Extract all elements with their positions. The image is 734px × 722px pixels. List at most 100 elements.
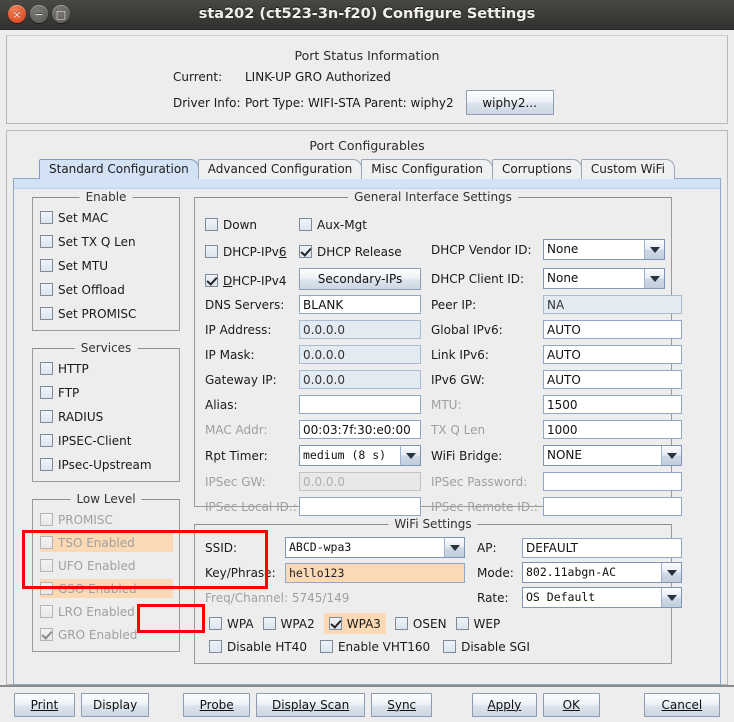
dns-servers-input[interactable] (299, 295, 421, 314)
enable-vht160-checkbox[interactable] (319, 640, 333, 653)
checkbox-ftp[interactable]: FTP (40, 383, 173, 402)
checkbox-dhcp-release[interactable]: DHCP Release (299, 242, 402, 261)
set-mac-checkbox[interactable] (40, 211, 53, 224)
checkbox-dhcp-ipv6[interactable]: DHCP-IPv6 (205, 242, 286, 261)
mac-addr-input[interactable] (299, 420, 421, 439)
wifi-bridge-combo[interactable]: NONE (543, 445, 682, 466)
checkbox-enable-vht160[interactable]: Enable VHT160 (319, 637, 430, 656)
checkbox-ipsec-client[interactable]: IPSEC-Client (40, 431, 173, 450)
checkbox-wpa3[interactable]: WPA3 (323, 613, 386, 634)
ipsec-upstream-checkbox[interactable] (40, 458, 53, 471)
ip-mask-label: IP Mask: (205, 348, 255, 362)
set-mtu-checkbox[interactable] (40, 259, 53, 272)
checkbox-aux-mgt[interactable]: Aux-Mgt (299, 215, 367, 234)
chevron-down-icon[interactable] (644, 240, 664, 259)
ok-button[interactable]: OK (542, 692, 600, 717)
tab-advanced-configuration[interactable]: Advanced Configuration (197, 159, 363, 179)
disable-ht40-checkbox[interactable] (209, 640, 222, 653)
ip-mask-input[interactable] (299, 345, 421, 364)
wiphy2-button[interactable]: wiphy2... (465, 90, 554, 115)
chevron-down-icon[interactable] (644, 269, 664, 288)
checkbox-set-promisc[interactable]: Set PROMISC (40, 304, 173, 323)
checkbox-down[interactable]: Down (205, 215, 257, 234)
checkbox-wpa2[interactable]: WPA2 (262, 614, 315, 633)
dhcp-vendor-id-combo[interactable]: None (543, 239, 665, 260)
checkbox-wep[interactable]: WEP (455, 614, 500, 633)
wpa3-checkbox[interactable] (328, 617, 342, 630)
dhcp-ipv4-checkbox[interactable] (205, 274, 218, 287)
checkbox-set-mac[interactable]: Set MAC (40, 208, 173, 227)
rpt-timer-combo[interactable]: medium (8 s) (299, 445, 421, 466)
chevron-down-icon[interactable] (661, 588, 681, 607)
print-button[interactable]: Print (14, 692, 75, 717)
gateway-ip-input[interactable] (299, 370, 421, 389)
ssid-combo[interactable]: ABCD-wpa3 (285, 537, 465, 558)
mode-combo[interactable]: 802.11abgn-AC (522, 562, 682, 583)
ip-address-label: IP Address: (205, 323, 272, 337)
wpa-checkbox[interactable] (209, 617, 222, 630)
chevron-down-icon[interactable] (444, 538, 464, 557)
http-label: HTTP (58, 361, 89, 376)
checkbox-radius[interactable]: RADIUS (40, 407, 173, 426)
tab-standard-configuration[interactable]: Standard Configuration (39, 159, 199, 179)
link-ipv6-input[interactable] (543, 345, 682, 364)
cancel-button[interactable]: Cancel (643, 692, 720, 717)
global-ipv6-input[interactable] (543, 320, 682, 339)
checkbox-ipsec-upstream[interactable]: IPsec-Upstream (40, 455, 173, 474)
chevron-down-icon[interactable] (661, 446, 681, 465)
chevron-down-icon[interactable] (661, 563, 681, 582)
radius-checkbox[interactable] (40, 410, 53, 423)
checkbox-disable-ht40[interactable]: Disable HT40 (209, 637, 307, 656)
enable-group: Enable Set MAC Set TX Q Len Set MTU Set … (32, 190, 180, 331)
ipsec-gw-input (299, 472, 421, 491)
ipv6-gw-input[interactable] (543, 370, 682, 389)
tab-custom-wifi[interactable]: Custom WiFi (580, 159, 675, 179)
tab-misc-configuration[interactable]: Misc Configuration (361, 159, 493, 179)
disable-sgi-checkbox[interactable] (443, 640, 457, 653)
secondary-ips-button[interactable]: Secondary-IPs (299, 268, 421, 290)
checkbox-set-offload[interactable]: Set Offload (40, 280, 173, 299)
aux-mgt-checkbox[interactable] (299, 218, 312, 231)
display-scan-button[interactable]: Display Scan (255, 692, 366, 717)
ftp-checkbox[interactable] (40, 386, 53, 399)
ipsec-local-id-input[interactable] (299, 497, 421, 516)
chevron-down-icon[interactable] (400, 446, 420, 465)
rate-combo[interactable]: OS Default (522, 587, 682, 608)
set-offload-checkbox[interactable] (40, 283, 53, 296)
set-tx-q-len-checkbox[interactable] (40, 235, 53, 248)
dhcp-ipv6-checkbox[interactable] (205, 245, 218, 258)
ipsec-remote-id-input[interactable] (543, 497, 682, 516)
tx-q-len-input[interactable] (543, 420, 682, 439)
display-button[interactable]: Display (80, 692, 150, 717)
checkbox-http[interactable]: HTTP (40, 359, 173, 378)
ftp-label: FTP (58, 385, 80, 400)
disable-ht40-label: Disable HT40 (227, 639, 307, 654)
alias-input[interactable] (299, 395, 421, 414)
apply-button[interactable]: Apply (472, 692, 537, 717)
ip-address-input[interactable] (299, 320, 421, 339)
down-checkbox[interactable] (205, 218, 218, 231)
ipsec-client-checkbox[interactable] (40, 434, 53, 447)
dhcp-release-checkbox[interactable] (299, 245, 312, 258)
checkbox-wpa[interactable]: WPA (209, 614, 254, 633)
dhcp-client-id-combo[interactable]: None (543, 268, 665, 289)
checkbox-osen[interactable]: OSEN (394, 614, 447, 633)
checkbox-set-tx-q-len[interactable]: Set TX Q Len (40, 232, 173, 251)
osen-checkbox[interactable] (394, 617, 408, 630)
set-promisc-checkbox[interactable] (40, 307, 53, 320)
probe-button[interactable]: Probe (183, 692, 250, 717)
http-checkbox[interactable] (40, 362, 53, 375)
mtu-input[interactable] (543, 395, 682, 414)
wpa-label: WPA (227, 616, 254, 631)
wpa2-checkbox[interactable] (262, 617, 276, 630)
checkbox-disable-sgi[interactable]: Disable SGI (443, 637, 530, 656)
checkbox-tso-enabled: TSO Enabled (40, 533, 173, 552)
key-phrase-input[interactable] (285, 563, 465, 583)
sync-button[interactable]: Sync (371, 692, 433, 717)
checkbox-dhcp-ipv4[interactable]: DHCP-IPv4 (205, 271, 286, 290)
checkbox-set-mtu[interactable]: Set MTU (40, 256, 173, 275)
tab-corruptions[interactable]: Corruptions (492, 159, 582, 179)
wep-checkbox[interactable] (455, 617, 469, 630)
ap-input[interactable] (522, 538, 682, 558)
ipsec-password-input[interactable] (543, 472, 682, 491)
